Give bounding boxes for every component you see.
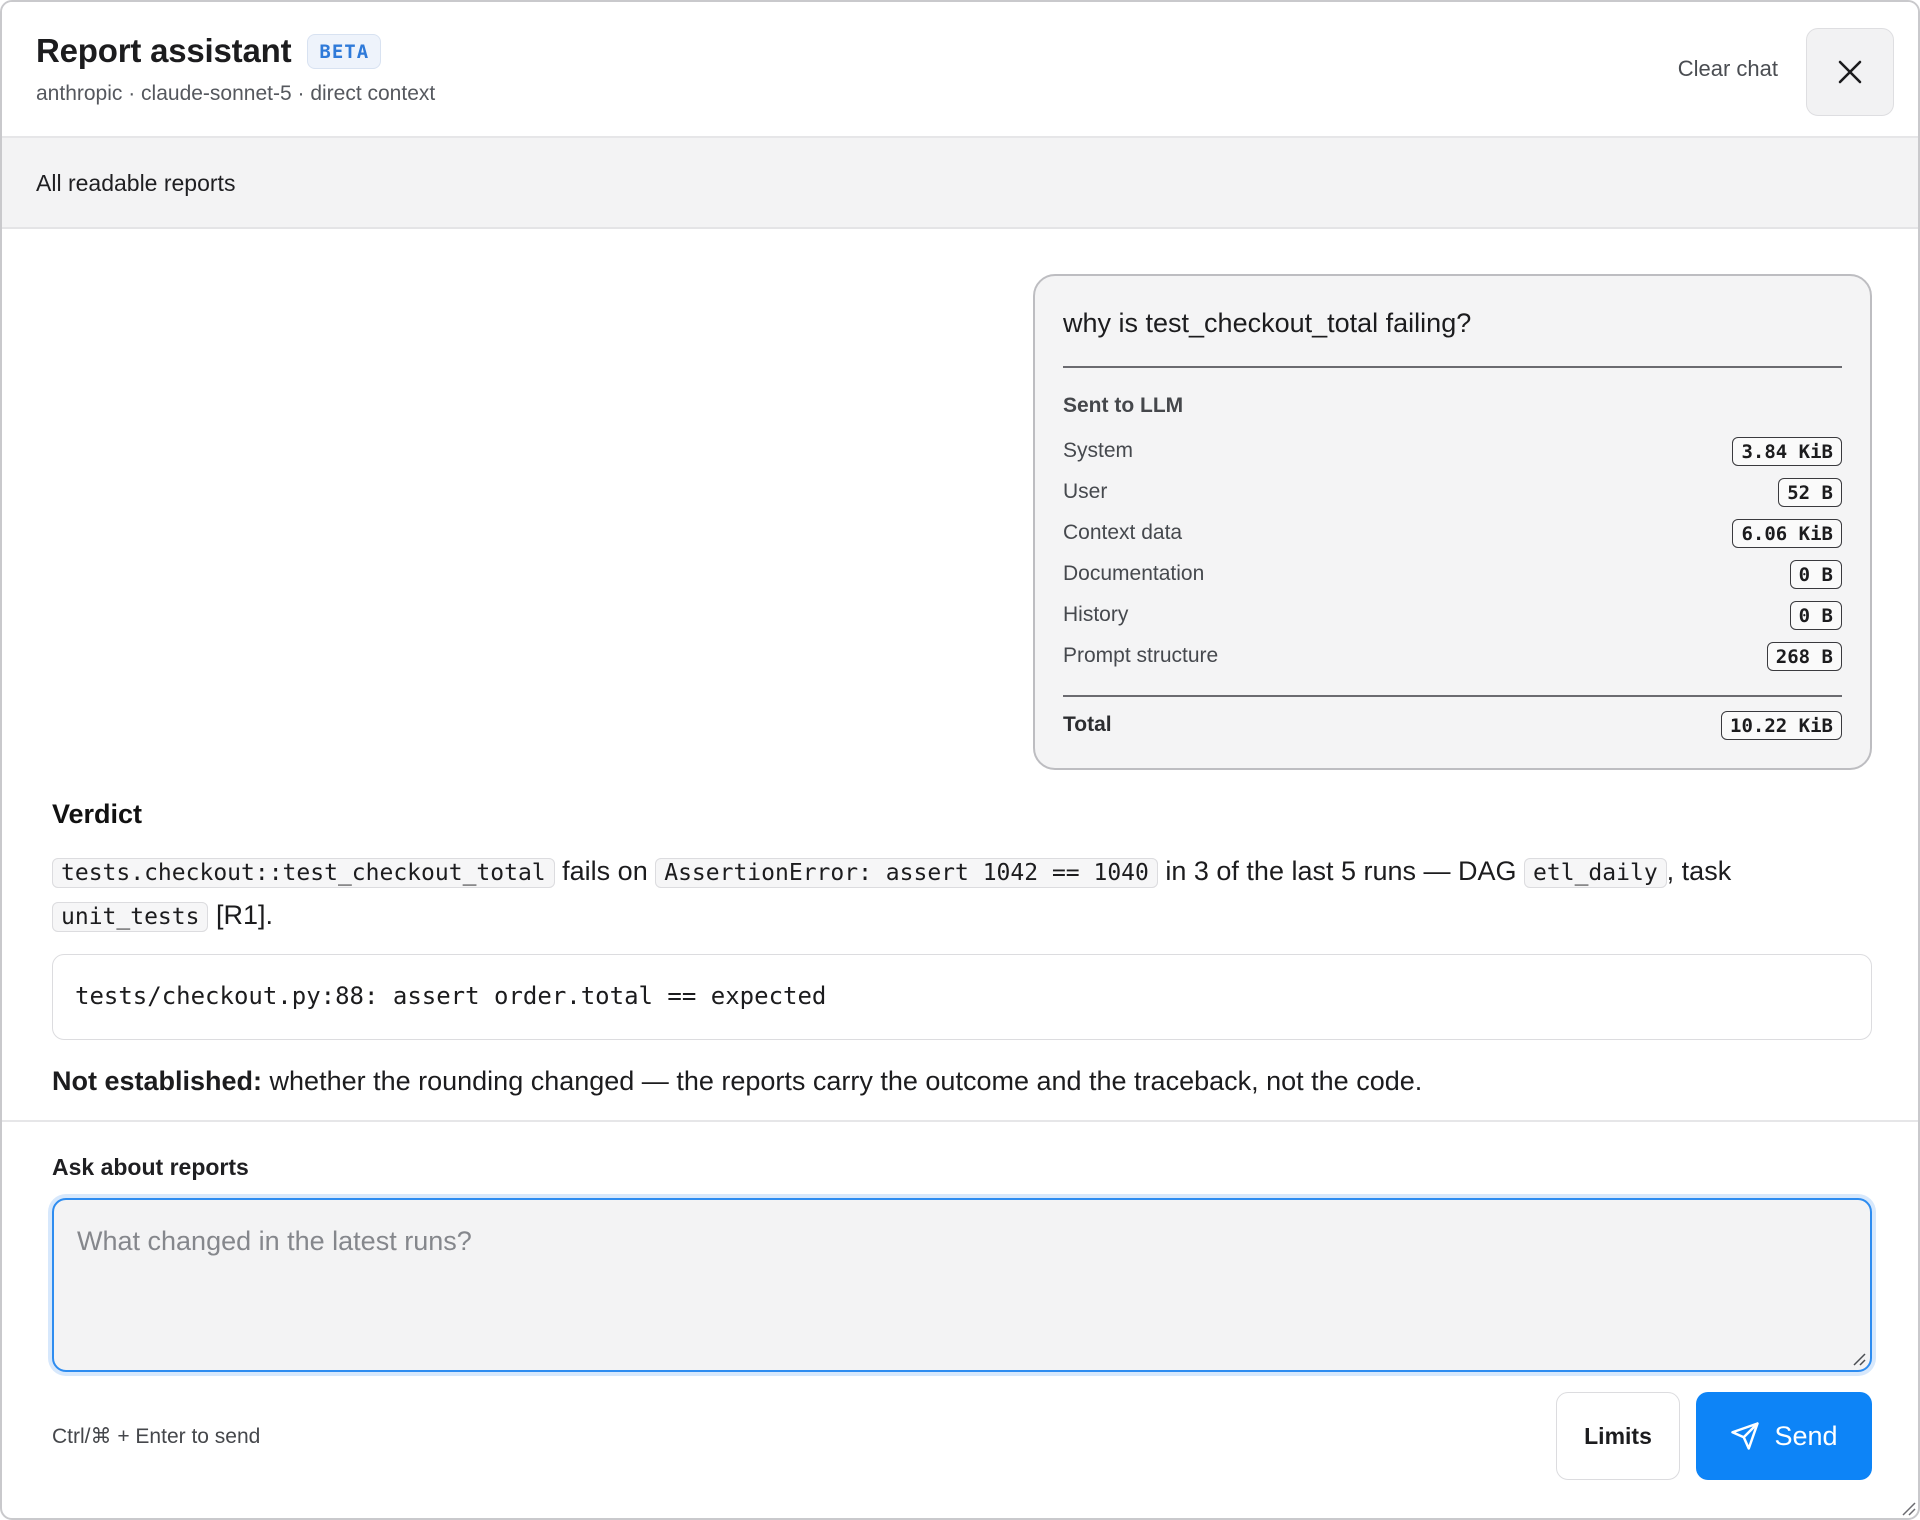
limits-button[interactable]: Limits — [1556, 1392, 1680, 1480]
metric-label: History — [1063, 603, 1129, 626]
code-line: tests/checkout.py:88: assert order.total… — [75, 982, 827, 1010]
metric-row: Documentation 0 B — [1063, 557, 1842, 591]
answer-text: fails on — [554, 856, 656, 886]
report-assistant-dialog: Report assistant BETA anthropic · claude… — [0, 0, 1920, 1520]
input-placeholder: What changed in the latest runs? — [77, 1226, 472, 1256]
inline-code: tests.checkout::test_checkout_total — [52, 858, 555, 888]
metric-label: Documentation — [1063, 562, 1205, 585]
metric-value: 268 B — [1766, 641, 1842, 671]
inline-code: AssertionError: assert 1042 == 1040 — [655, 858, 1158, 888]
metric-row: System 3.84 KiB — [1063, 434, 1842, 468]
metric-row: History 0 B — [1063, 598, 1842, 632]
send-shortcut-hint: Ctrl/⌘ + Enter to send — [52, 1425, 261, 1448]
inline-code: unit_tests — [52, 902, 209, 932]
metric-row: User 52 B — [1063, 475, 1842, 509]
dialog-header: Report assistant BETA anthropic · claude… — [2, 2, 1918, 138]
divider — [1063, 695, 1842, 697]
not-established-note: Not established: whether the rounding ch… — [52, 1066, 1422, 1097]
user-message-bubble: why is test_checkout_total failing? Sent… — [1033, 274, 1872, 770]
close-icon — [1838, 60, 1862, 84]
metric-row: Context data 6.06 KiB — [1063, 516, 1842, 550]
send-label: Send — [1774, 1420, 1838, 1451]
user-question: why is test_checkout_total failing? — [1063, 308, 1472, 338]
answer-text: [R1]. — [208, 900, 274, 930]
paper-plane-icon — [1731, 1422, 1760, 1450]
scope-label: All readable reports — [36, 170, 236, 196]
report-scope-bar[interactable]: All readable reports — [2, 138, 1918, 229]
title-row: Report assistant BETA — [36, 32, 382, 70]
not-established-label: Not established: — [52, 1066, 263, 1096]
metric-label: Prompt structure — [1063, 644, 1219, 667]
metric-value: 3.84 KiB — [1732, 436, 1842, 466]
divider — [1063, 366, 1842, 368]
metric-label: User — [1063, 480, 1108, 503]
metric-label: Context data — [1063, 521, 1183, 544]
not-established-text: whether the rounding changed — the repor… — [262, 1066, 1423, 1096]
metric-row: Prompt structure 268 B — [1063, 639, 1842, 673]
code-block: tests/checkout.py:88: assert order.total… — [52, 954, 1872, 1040]
metric-value: 52 B — [1778, 477, 1842, 507]
verdict-heading: Verdict — [52, 799, 143, 829]
total-value: 10.22 KiB — [1721, 710, 1842, 740]
dialog-title: Report assistant — [36, 32, 292, 69]
metric-value: 6.06 KiB — [1732, 518, 1842, 548]
metric-total-row: Total 10.22 KiB — [1063, 708, 1842, 742]
beta-badge: BETA — [307, 33, 382, 69]
composer-divider — [2, 1120, 1918, 1122]
dialog-resize-grip-icon[interactable] — [1898, 1498, 1916, 1516]
metric-label: System — [1063, 439, 1134, 462]
resize-grip-icon[interactable] — [1850, 1350, 1866, 1366]
close-button[interactable] — [1806, 28, 1894, 116]
ask-label: Ask about reports — [52, 1154, 249, 1180]
total-label: Total — [1063, 713, 1112, 736]
send-button[interactable]: Send — [1696, 1392, 1872, 1480]
sent-to-llm-title: Sent to LLM — [1063, 394, 1184, 417]
clear-chat-button[interactable]: Clear chat — [1678, 56, 1778, 82]
model-subtitle: anthropic · claude-sonnet-5 · direct con… — [36, 82, 436, 105]
answer-text: , task — [1666, 856, 1732, 886]
inline-code: etl_daily — [1524, 858, 1667, 888]
metric-value: 0 B — [1789, 559, 1842, 589]
question-input[interactable]: What changed in the latest runs? — [52, 1198, 1872, 1372]
metric-value: 0 B — [1789, 600, 1842, 630]
verdict-paragraph: tests.checkout::test_checkout_total fail… — [52, 850, 1852, 938]
answer-text: in 3 of the last 5 runs — DAG — [1157, 856, 1525, 886]
